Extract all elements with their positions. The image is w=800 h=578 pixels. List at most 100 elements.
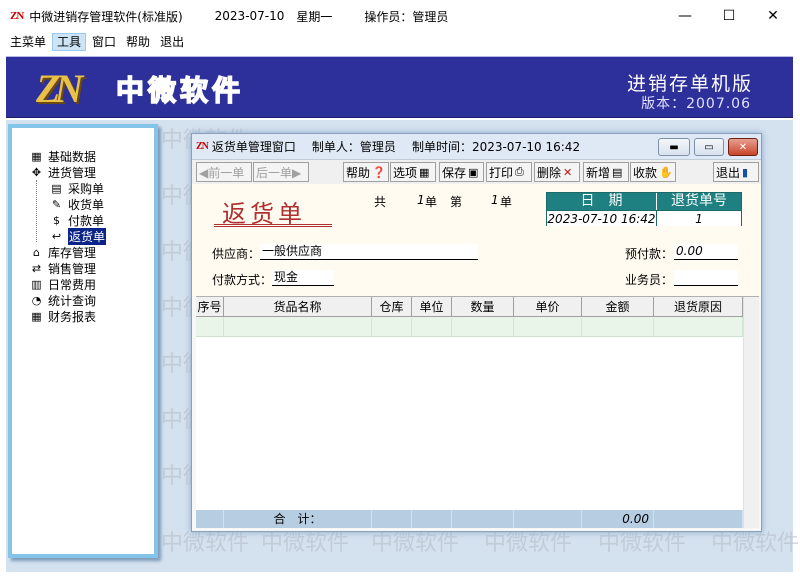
report-icon: ▦ bbox=[31, 309, 42, 323]
window-minimize-button[interactable]: ▬ bbox=[658, 138, 690, 156]
grid-footer: 合 计： 0.00 bbox=[196, 510, 743, 528]
help-button[interactable]: 帮助 ❓ bbox=[343, 162, 389, 182]
date-value: 2023-07-10 16:42 bbox=[547, 210, 657, 226]
nav-item-expenses[interactable]: ▥ 日常费用 bbox=[30, 276, 106, 292]
menu-exit[interactable]: 退出 bbox=[156, 33, 188, 51]
footer-total-label: 合 计： bbox=[224, 510, 372, 528]
exit-door-icon: ▮ bbox=[742, 165, 749, 179]
payment-method-label: 付款方式： bbox=[212, 273, 273, 287]
menu-tools[interactable]: 工具 bbox=[52, 33, 87, 51]
help-icon: ❓ bbox=[372, 165, 386, 179]
exit-button[interactable]: 退出 ▮ bbox=[713, 162, 759, 182]
nav-item-finance[interactable]: ▦ 财务报表 bbox=[30, 308, 106, 324]
minimize-button[interactable]: — bbox=[662, 0, 708, 32]
column-header[interactable]: 金额 bbox=[582, 297, 654, 316]
window-maker: 制单人：管理员 bbox=[311, 140, 396, 154]
brand-banner: ZN 中微软件 进销存单机版 版本：2007.06 bbox=[6, 56, 793, 118]
nav-item-purchase-mgmt[interactable]: ✥ 进货管理 bbox=[30, 164, 106, 180]
grid-header: 序号 货品名称 仓库 单位 数量 单价 金额 退货原因 bbox=[196, 297, 743, 317]
date-number-box: 日 期 退货单号 2023-07-10 16:42 1 bbox=[546, 192, 742, 226]
window-titlebar: ZN 返货单管理窗口 制单人：管理员 制单时间：2023-07-10 16:42… bbox=[192, 134, 761, 160]
zn-logo-icon: ZN bbox=[36, 66, 83, 111]
items-grid: 序号 货品名称 仓库 单位 数量 单价 金额 退货原因 合 计： 0.00 bbox=[196, 296, 759, 528]
nav-item-payment[interactable]: $ 付款单 bbox=[30, 212, 106, 228]
nav-item-return[interactable]: ↩ 返货单 bbox=[30, 227, 107, 245]
nav-item-inventory[interactable]: ⌂ 库存管理 bbox=[30, 244, 106, 260]
column-header[interactable]: 仓库 bbox=[372, 297, 412, 316]
menu-help[interactable]: 帮助 bbox=[122, 33, 154, 51]
close-button[interactable]: ✕ bbox=[750, 0, 796, 32]
version-label: 版本：2007.06 bbox=[641, 96, 751, 112]
footer-total-amount: 0.00 bbox=[582, 510, 654, 528]
menu-window[interactable]: 窗口 bbox=[88, 33, 120, 51]
return-no-header: 退货单号 bbox=[657, 193, 741, 210]
prepay-label: 预付款： bbox=[625, 247, 674, 261]
payment-method-field[interactable]: 现金 bbox=[272, 270, 334, 286]
edition-label: 进销存单机版 bbox=[626, 73, 753, 95]
app-logo-icon: ZN bbox=[10, 10, 24, 22]
return-slip-window: ZN 返货单管理窗口 制单人：管理员 制单时间：2023-07-10 16:42… bbox=[191, 133, 762, 532]
column-header[interactable]: 单价 bbox=[514, 297, 582, 316]
window-restore-button[interactable]: ▭ bbox=[694, 138, 724, 156]
page-label: 第 bbox=[450, 195, 463, 209]
app-title: 中微进销存管理软件(标准版) bbox=[29, 9, 183, 24]
delete-x-icon: ✕ bbox=[563, 165, 573, 179]
new-button[interactable]: 新增 ▤ bbox=[583, 162, 629, 182]
nav-item-purchase-order[interactable]: ▤ 采购单 bbox=[30, 180, 106, 196]
nav-tree: ▦ 基础数据 ✥ 进货管理 ▤ 采购单 ✎ 收货单 $ 付款单 ↩ 返货单 ⌂ 库存管理 ⇄ 销… bbox=[30, 148, 107, 324]
ledger-icon: ▥ bbox=[31, 277, 42, 291]
brand-name: 中微软件 bbox=[115, 73, 245, 108]
next-record-button[interactable]: 后一单▶ bbox=[253, 162, 309, 182]
supplier-field[interactable]: 一般供应商 bbox=[260, 244, 478, 260]
pen-icon: ✎ bbox=[51, 197, 62, 211]
app-titlebar: ZN 中微进销存管理软件(标准版) 2023-07-10 星期一 操作员：管理员… bbox=[0, 0, 800, 32]
sales-icon: ⇄ bbox=[31, 261, 42, 275]
nav-item-basic-data[interactable]: ▦ 基础数据 bbox=[30, 148, 106, 164]
options-icon: ▦ bbox=[419, 165, 430, 179]
return-no-value: 1 bbox=[657, 210, 741, 226]
nav-item-receipt[interactable]: ✎ 收货单 bbox=[30, 196, 106, 212]
clerk-field[interactable] bbox=[674, 270, 738, 286]
total-unit: 单 bbox=[425, 195, 438, 209]
grid-scrollbar[interactable] bbox=[743, 297, 759, 528]
total-label: 共 bbox=[374, 195, 387, 209]
grid-icon: ▦ bbox=[31, 149, 42, 163]
titlebar-date: 2023-07-10 bbox=[214, 9, 285, 23]
page-unit: 单 bbox=[500, 195, 513, 209]
printer-icon: ⎙ bbox=[515, 165, 524, 178]
titlebar-operator: 操作员：管理员 bbox=[364, 9, 449, 24]
window-logo-icon: ZN bbox=[196, 141, 209, 152]
column-header[interactable]: 货品名称 bbox=[224, 297, 372, 316]
save-button[interactable]: 保存 ▣ bbox=[439, 162, 484, 182]
options-button[interactable]: 选项 ▦ bbox=[390, 162, 436, 182]
window-close-button[interactable]: ✕ bbox=[728, 138, 758, 156]
warehouse-icon: ⌂ bbox=[33, 245, 40, 259]
chart-icon: ◔ bbox=[31, 293, 42, 307]
toolbar: ◀前一单 后一单▶ 帮助 ❓ 选项 ▦ 保存 ▣ 打印 ⎙ 删除 ✕ 新增 ▤ 收款 ✋ 退出… bbox=[192, 160, 761, 184]
nav-item-sales[interactable]: ⇄ 销售管理 bbox=[30, 260, 106, 276]
total-count: 1 bbox=[417, 193, 425, 207]
maximize-button[interactable]: ☐ bbox=[706, 0, 752, 32]
date-header: 日 期 bbox=[547, 193, 657, 210]
save-icon: ▣ bbox=[468, 165, 479, 179]
nav-panel: ▦ 基础数据 ✥ 进货管理 ▤ 采购单 ✎ 收货单 $ 付款单 ↩ 返货单 ⌂ 库存管理 ⇄ 销… bbox=[8, 124, 158, 558]
column-header[interactable]: 序号 bbox=[196, 297, 224, 316]
supplier-label: 供应商： bbox=[212, 247, 261, 261]
window-time: 制单时间：2023-07-10 16:42 bbox=[411, 140, 581, 154]
column-header[interactable]: 单位 bbox=[412, 297, 452, 316]
menu-main[interactable]: 主菜单 bbox=[6, 33, 50, 51]
print-button[interactable]: 打印 ⎙ bbox=[486, 162, 532, 182]
column-header[interactable]: 数量 bbox=[452, 297, 514, 316]
collect-button[interactable]: 收款 ✋ bbox=[630, 162, 676, 182]
prev-record-button[interactable]: ◀前一单 bbox=[196, 162, 252, 182]
delete-button[interactable]: 删除 ✕ bbox=[534, 162, 580, 182]
hand-icon: ✋ bbox=[659, 165, 673, 179]
window-title: 返货单管理窗口 bbox=[211, 140, 296, 154]
nav-item-statistics[interactable]: ◔ 统计查询 bbox=[30, 292, 106, 308]
menu-bar: 主菜单 工具 窗口 帮助 退出 bbox=[0, 32, 800, 52]
form-icon: ▤ bbox=[51, 181, 62, 195]
prepay-field[interactable]: 0.00 bbox=[674, 244, 738, 260]
slip-header-form: 返货单 共 1 单 第 1 单 日 期 退货单号 2023-07-10 16:4… bbox=[192, 184, 761, 296]
column-header[interactable]: 退货原因 bbox=[654, 297, 743, 316]
table-row[interactable] bbox=[196, 317, 743, 337]
